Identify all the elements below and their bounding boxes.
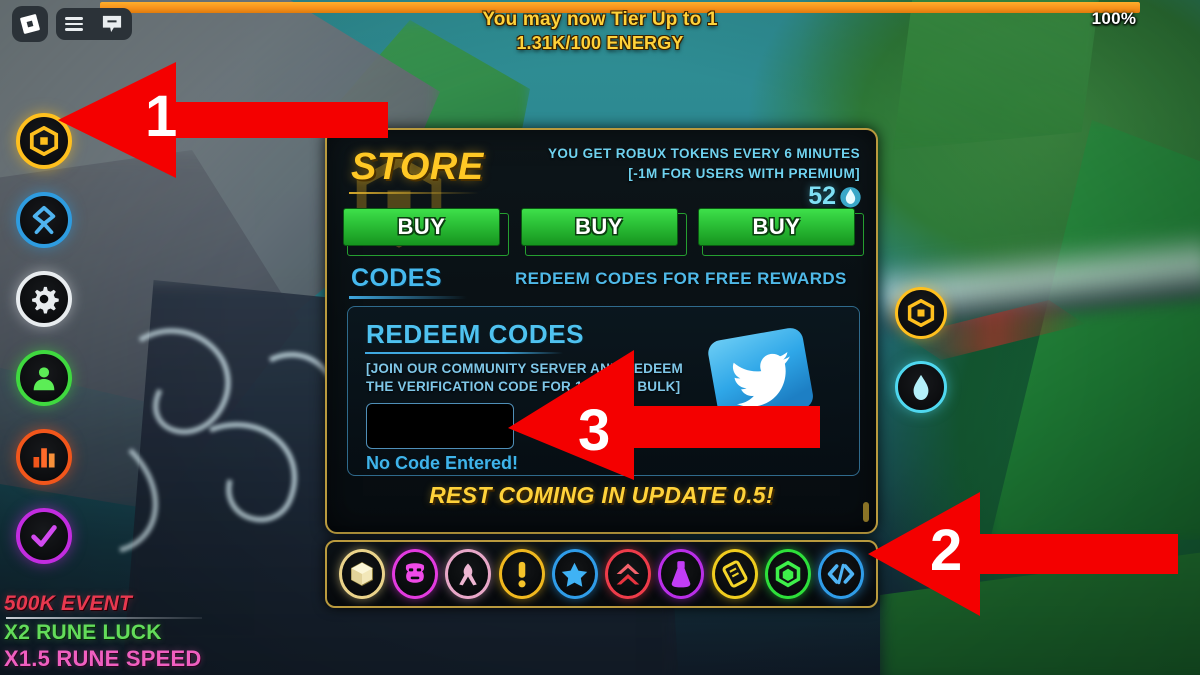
sidebar-item-gem-currency[interactable]: [895, 361, 947, 413]
sidebar-item-character[interactable]: [16, 350, 72, 406]
annotation-number-3: 3: [578, 398, 611, 463]
icon-bar-item-upgrades[interactable]: [605, 549, 652, 599]
box-package-icon: [350, 562, 373, 586]
annotation-arrow-2: [868, 492, 1178, 616]
event-buff-luck: X2 RUNE LUCK: [4, 621, 162, 644]
icon-bar-item-alerts[interactable]: [498, 549, 545, 599]
codes-section-subheading: REDEEM CODES FOR FREE REWARDS: [515, 269, 847, 288]
checkmark-icon: [31, 525, 57, 547]
double-chevron-up-icon: [616, 563, 640, 585]
buy-button-1-label: BUY: [397, 214, 446, 239]
event-divider: [6, 617, 202, 619]
hexagon-icon: [775, 560, 801, 588]
event-banner: 500K EVENT X2 RUNE LUCK X1.5 RUNE SPEED: [4, 592, 202, 672]
annotation-arrow-1: [58, 62, 388, 178]
gear-icon: [32, 286, 59, 314]
icon-bar-item-codes[interactable]: [818, 549, 865, 599]
tier-progress-bar: [100, 2, 1140, 13]
code-status-message: No Code Entered!: [366, 453, 519, 473]
store-note: YOU GET ROBUX TOKENS EVERY 6 MINUTES [-1…: [548, 144, 860, 183]
exclamation-icon: [517, 561, 526, 588]
codes-section-heading: CODES: [351, 264, 442, 292]
annotation-number-1: 1: [145, 84, 178, 149]
codes-heading-underline: [349, 296, 467, 299]
gem-counter: 52: [808, 182, 862, 211]
roblox-logo-icon[interactable]: [12, 6, 48, 42]
code-input-field[interactable]: [366, 403, 514, 449]
buy-button-2-label: BUY: [575, 214, 623, 239]
mask-icon: [405, 563, 425, 583]
redeem-codes-title: REDEEM CODES: [366, 319, 585, 349]
icon-bar-item-tickets[interactable]: [711, 549, 758, 599]
buy-slot-1: BUY: [343, 208, 509, 256]
hamburger-menu-icon[interactable]: [65, 14, 83, 35]
progress-percent-label: 100%: [1091, 9, 1137, 28]
potion-flask-icon: [672, 561, 691, 588]
sidebar-item-settings[interactable]: [16, 271, 72, 327]
ribbon-icon: [459, 563, 477, 586]
rune-icon: [32, 205, 56, 235]
buy-slot-3: BUY: [698, 208, 864, 256]
robux-hexagon-icon: [29, 126, 59, 156]
chat-bubble-icon[interactable]: [101, 14, 123, 34]
icon-bar-item-favorites[interactable]: [551, 549, 598, 599]
bar-chart-icon: [33, 448, 55, 468]
store-note-line1: YOU GET ROBUX TOKENS EVERY 6 MINUTES: [548, 146, 860, 161]
event-buff-speed: X1.5 RUNE SPEED: [4, 646, 202, 671]
store-footer-notice: REST COMING IN UPDATE 0.5!: [429, 482, 774, 508]
buy-button-1[interactable]: BUY: [343, 208, 500, 246]
event-title: 500K EVENT: [4, 592, 133, 615]
person-icon: [33, 367, 55, 391]
ticket-icon: [722, 560, 748, 588]
annotation-arrow-3: [508, 350, 820, 480]
store-title-underline: [349, 192, 479, 194]
gem-count-value: 52: [808, 182, 836, 210]
annotation-number-2: 2: [930, 518, 963, 583]
bottom-icon-bar: [325, 540, 878, 608]
roblox-top-pill: [56, 8, 132, 40]
sidebar-item-quests[interactable]: [16, 508, 72, 564]
buy-button-3[interactable]: BUY: [698, 208, 855, 246]
icon-bar-item-ribbon-event[interactable]: [445, 549, 492, 599]
buy-slot-2: BUY: [520, 208, 687, 256]
icon-bar-item-potions[interactable]: [658, 549, 705, 599]
robux-hexagon-icon: [907, 299, 935, 327]
buy-button-row: BUY BUY BUY: [343, 208, 864, 256]
icon-bar-item-robux-rewards[interactable]: [765, 549, 812, 599]
sidebar-item-robux-currency[interactable]: [895, 287, 947, 339]
buy-button-3-label: BUY: [752, 214, 801, 239]
gem-diamond-icon: [840, 187, 861, 208]
sidebar-item-runes[interactable]: [16, 192, 72, 248]
tier-progress-fill: [100, 2, 1140, 13]
star-icon: [562, 562, 588, 587]
sidebar-item-stats[interactable]: [16, 429, 72, 485]
code-brackets-icon: [828, 563, 855, 585]
gem-diamond-icon: [913, 374, 929, 400]
game-screenshot: 100% You may now Tier Up to 1 1.31K/100 …: [0, 0, 1200, 675]
buy-button-2[interactable]: BUY: [520, 208, 678, 246]
store-note-line2: [-1M FOR USERS WITH PREMIUM]: [628, 165, 860, 181]
icon-bar-item-inventory[interactable]: [338, 549, 385, 599]
icon-bar-item-mask-shop[interactable]: [391, 549, 438, 599]
